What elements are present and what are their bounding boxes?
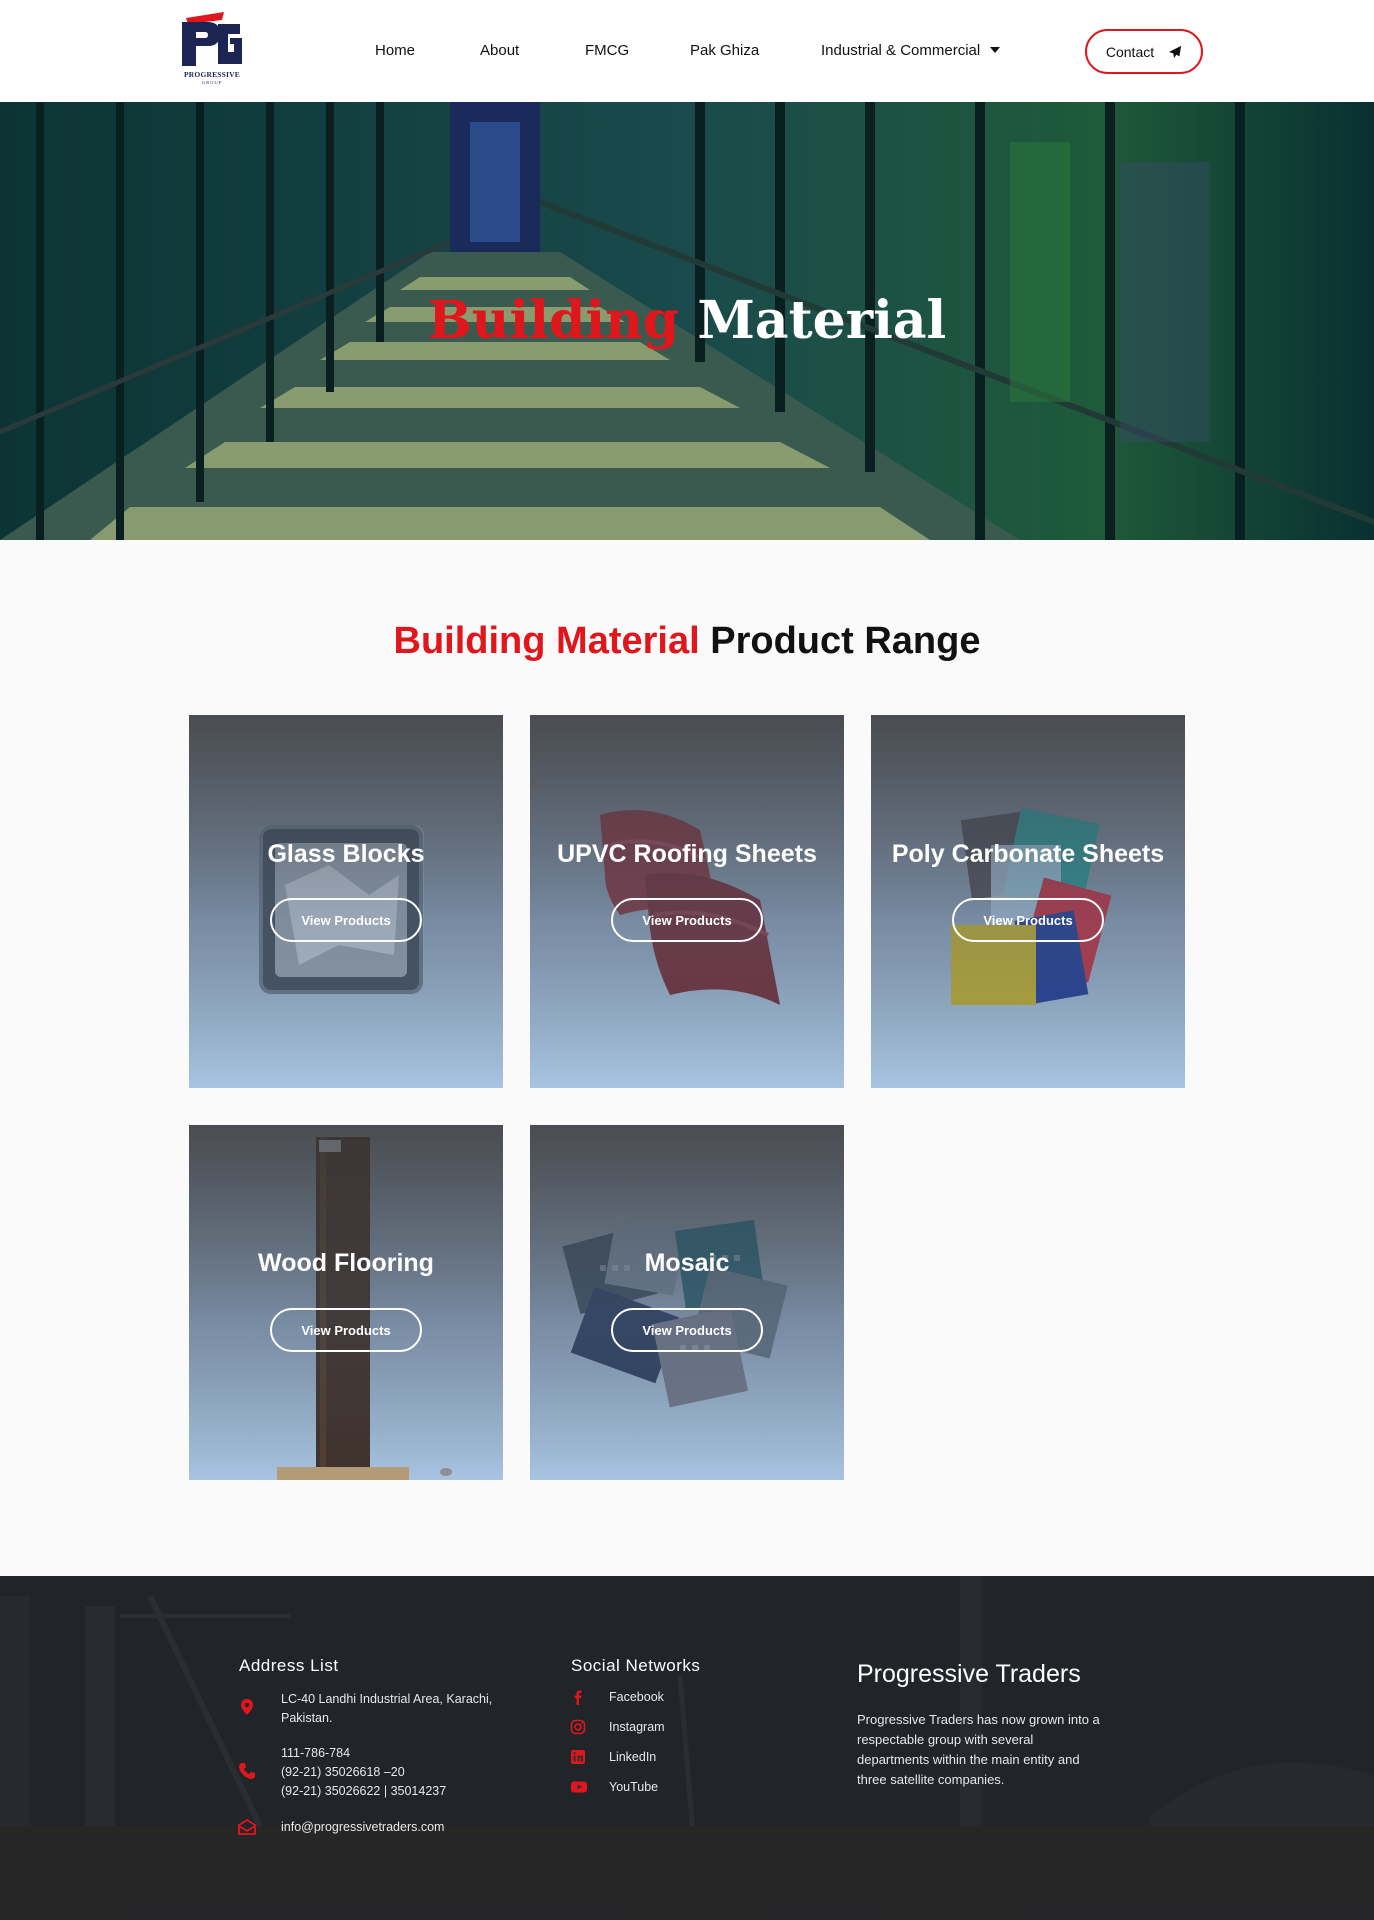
view-products-button[interactable]: View Products: [611, 898, 763, 942]
about-line: Progressive Traders has now grown into a: [857, 1712, 1100, 1727]
nav-home[interactable]: Home: [375, 42, 415, 59]
site-header: PROGRESSIVE GROUP Home About FMCG Pak Gh…: [0, 0, 1374, 102]
contact-button[interactable]: Contact: [1085, 29, 1203, 74]
phone-line: (92-21) 35026622 | 35014237: [281, 1784, 447, 1798]
hero-title: Building Material: [0, 290, 1374, 351]
card-title: Poly Carbonate Sheets: [891, 840, 1165, 868]
paper-plane-icon: [1169, 45, 1182, 58]
product-card-polycarbonate[interactable]: Poly Carbonate Sheets View Products: [871, 715, 1185, 1088]
section-title: Building Material Product Range: [0, 620, 1374, 663]
address-text: LC-40 Landhi Industrial Area, Karachi, P…: [281, 1690, 492, 1728]
envelope-icon: [238, 1818, 256, 1835]
logo[interactable]: PROGRESSIVE GROUP: [176, 8, 248, 86]
section-title-dark: Product Range: [710, 620, 981, 662]
social-link-facebook[interactable]: Facebook: [609, 1690, 664, 1704]
phone-icon: [239, 1763, 255, 1779]
pg-logo-icon: [182, 12, 242, 66]
card-title: Glass Blocks: [267, 840, 425, 868]
facebook-icon: [574, 1690, 582, 1705]
social-link-instagram[interactable]: Instagram: [609, 1720, 665, 1734]
address-line: LC-40 Landhi Industrial Area, Karachi,: [281, 1692, 493, 1706]
address-heading: Address List: [239, 1656, 339, 1675]
instagram-icon: [570, 1719, 586, 1735]
phone-text: 111-786-784 (92-21) 35026618 –20 (92-21)…: [281, 1744, 446, 1801]
contact-label: Contact: [1105, 43, 1155, 60]
social-link-youtube[interactable]: YouTube: [609, 1780, 658, 1794]
phone-line: 111-786-784: [281, 1746, 351, 1760]
nav-fmcg[interactable]: FMCG: [585, 42, 629, 59]
footer-about-text: Progressive Traders has now grown into a…: [857, 1710, 1147, 1790]
view-products-button[interactable]: View Products: [952, 898, 1104, 942]
logo-text: PROGRESSIVE: [184, 70, 240, 79]
product-card-mosaic[interactable]: Mosaic View Products: [530, 1125, 844, 1480]
hero-banner: Building Material: [0, 102, 1374, 540]
view-products-button[interactable]: View Products: [611, 1308, 763, 1352]
view-products-button[interactable]: View Products: [270, 1308, 422, 1352]
location-pin-icon: [241, 1699, 253, 1715]
about-line: departments within the main entity and: [857, 1752, 1080, 1767]
linkedin-icon: [571, 1750, 585, 1764]
product-card-glass-blocks[interactable]: Glass Blocks View Products: [189, 715, 503, 1088]
nav-pak-ghiza[interactable]: Pak Ghiza: [690, 42, 759, 59]
view-products-button[interactable]: View Products: [270, 898, 422, 942]
hero-title-white: Material: [697, 290, 947, 351]
about-line: respectable group with several: [857, 1732, 1034, 1747]
nav-about[interactable]: About: [480, 42, 519, 59]
phone-line: (92-21) 35026618 –20: [281, 1765, 405, 1779]
hero-title-red: Building: [427, 290, 680, 351]
email-link[interactable]: info@progressivetraders.com: [281, 1820, 444, 1834]
product-card-upvc-roofing[interactable]: UPVC Roofing Sheets View Products: [530, 715, 844, 1088]
about-line: three satellite companies.: [857, 1772, 1005, 1787]
youtube-icon: [571, 1781, 587, 1793]
nav-industrial-commercial[interactable]: Industrial & Commercial: [821, 42, 1001, 59]
address-line: Pakistan.: [281, 1711, 333, 1725]
card-title: Wood Flooring: [258, 1249, 434, 1277]
site-footer: Address List LC-40 Landhi Industrial Are…: [0, 1576, 1374, 1920]
chevron-down-icon: [990, 47, 1001, 53]
logo-subtext: GROUP: [201, 80, 223, 85]
card-title: UPVC Roofing Sheets: [557, 840, 817, 868]
section-title-red: Building Material: [393, 620, 700, 662]
social-heading: Social Networks: [571, 1656, 701, 1675]
footer-brand-title: Progressive Traders: [857, 1660, 1081, 1688]
card-title: Mosaic: [644, 1249, 730, 1277]
nav-industrial-label: Industrial & Commercial: [821, 42, 981, 59]
product-card-wood-flooring[interactable]: Wood Flooring View Products: [189, 1125, 503, 1480]
social-link-linkedin[interactable]: LinkedIn: [609, 1750, 656, 1764]
